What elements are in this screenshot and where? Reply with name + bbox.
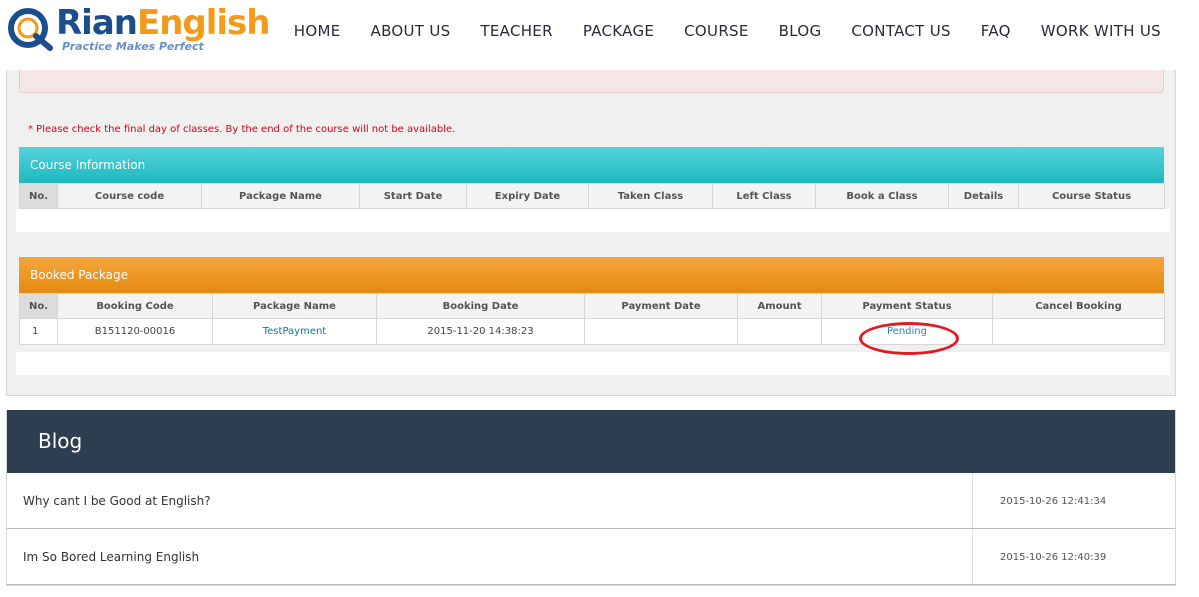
col-header-amount: Amount [737,293,822,319]
nav-home[interactable]: HOME [294,22,341,40]
col-header-details: Details [948,183,1019,209]
alert-box [19,68,1164,93]
nav-work-with-us[interactable]: WORK WITH US [1041,22,1161,40]
blog-post-title[interactable]: Im So Bored Learning English [23,550,199,564]
nav-blog[interactable]: BLOG [779,22,822,40]
booked-package-empty-area [16,352,1170,375]
col-header-book-a-class: Book a Class [815,183,949,209]
nav-course[interactable]: COURSE [684,22,748,40]
course-information-box: Course Information No. Course code Packa… [19,147,1165,209]
logo-q-icon [8,8,53,51]
cell-cancel-booking [992,318,1165,345]
list-item[interactable]: Why cant I be Good at English? 2015-10-2… [7,473,1175,529]
col-header-cancel-booking: Cancel Booking [992,293,1165,319]
cell-no: 1 [19,318,58,345]
blog-post-date: 2015-10-26 12:40:39 [1000,552,1107,563]
divider [972,529,973,584]
booked-package-box: Booked Package No. Booking Code Package … [19,257,1165,345]
table-row: 1 B151120-00016 TestPayment 2015-11-20 1… [19,318,1165,345]
account-panel: * Please check the final day of classes.… [6,68,1176,396]
col-header-expiry-date: Expiry Date [466,183,589,209]
col-header-taken-class: Taken Class [588,183,713,209]
cell-amount [737,318,822,345]
cell-package-name-link[interactable]: TestPayment [212,318,377,345]
blog-title: Blog [7,410,1175,473]
col-header-payment-date: Payment Date [584,293,738,319]
booked-package-table: No. Booking Code Package Name Booking Da… [19,293,1165,345]
course-information-table: No. Course code Package Name Start Date … [19,183,1165,209]
col-header-course-status: Course Status [1018,183,1165,209]
logo-word-english: English [136,3,271,43]
site-logo[interactable]: RianEnglish Practice Makes Perfect [6,4,276,54]
col-header-package-name: Package Name [212,293,377,319]
blog-section: Blog Why cant I be Good at English? 2015… [6,410,1176,586]
nav-contact-us[interactable]: CONTACT US [851,22,950,40]
logo-wordmark: RianEnglish [56,3,271,43]
course-information-empty-area [16,209,1170,232]
cell-booking-code: B151120-00016 [57,318,213,345]
class-end-notice: * Please check the final day of classes.… [28,124,456,135]
booked-package-title: Booked Package [19,257,1164,293]
cell-payment-date [584,318,738,345]
col-header-no: No. [19,183,58,209]
cell-payment-status-link[interactable]: Pending [821,318,993,345]
course-information-title: Course Information [19,147,1164,183]
course-information-header-row: No. Course code Package Name Start Date … [19,183,1165,209]
logo-word-rian: Rian [56,3,138,43]
main-nav: HOME ABOUT US TEACHER PACKAGE COURSE BLO… [294,22,1161,40]
booked-package-header-row: No. Booking Code Package Name Booking Da… [19,293,1165,319]
blog-post-date: 2015-10-26 12:41:34 [1000,496,1107,507]
blog-post-title[interactable]: Why cant I be Good at English? [23,494,211,508]
col-header-booking-code: Booking Code [57,293,213,319]
nav-teacher[interactable]: TEACHER [480,22,552,40]
col-header-course-code: Course code [57,183,202,209]
logo-tagline: Practice Makes Perfect [62,40,204,53]
cell-booking-date: 2015-11-20 14:38:23 [376,318,585,345]
site-header: RianEnglish Practice Makes Perfect HOME … [0,0,1199,70]
col-header-payment-status: Payment Status [821,293,993,319]
nav-about-us[interactable]: ABOUT US [371,22,451,40]
col-header-start-date: Start Date [359,183,467,209]
col-header-no: No. [19,293,58,319]
list-item[interactable]: Im So Bored Learning English 2015-10-26 … [7,529,1175,585]
divider [972,473,973,528]
nav-faq[interactable]: FAQ [981,22,1011,40]
col-header-left-class: Left Class [712,183,816,209]
nav-package[interactable]: PACKAGE [583,22,654,40]
col-header-package-name: Package Name [201,183,360,209]
col-header-booking-date: Booking Date [376,293,585,319]
